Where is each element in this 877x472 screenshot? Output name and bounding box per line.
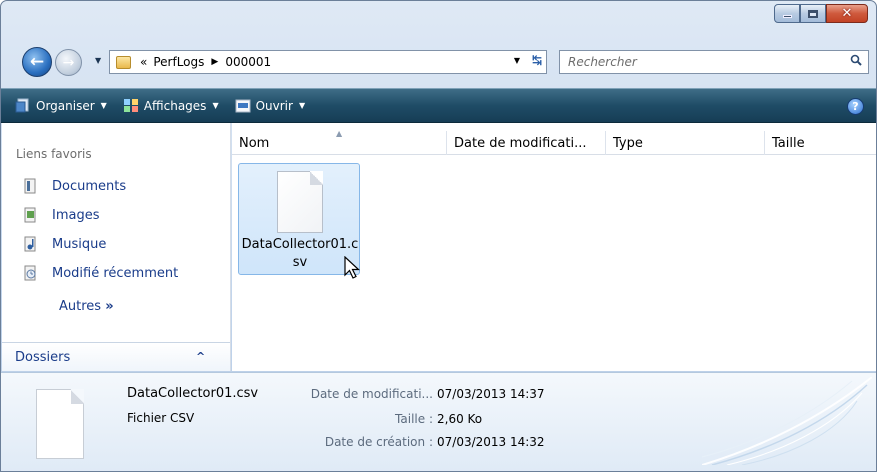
double-chevron-icon: » bbox=[105, 299, 114, 314]
caption-buttons: ✕ bbox=[774, 4, 868, 23]
folders-label: Dossiers bbox=[15, 350, 71, 365]
column-name[interactable]: Nom ▲ bbox=[232, 129, 447, 155]
column-size-label: Taille bbox=[772, 136, 805, 151]
column-date-label: Date de modificati... bbox=[454, 136, 587, 151]
navigation-pane: Liens favoris Documents Images Musique M… bbox=[2, 123, 231, 371]
file-name: DataCollector01.csv bbox=[241, 237, 359, 270]
forward-button[interactable]: → bbox=[55, 49, 82, 76]
open-button[interactable]: Ouvrir ▼ bbox=[235, 98, 306, 113]
search-placeholder: Rechercher bbox=[568, 55, 637, 69]
explorer-window: ✕ ← → ▼ « PerfLogs ▶ 000001 ▼ ↹ Recherch… bbox=[0, 0, 877, 472]
favorite-images-label: Images bbox=[52, 207, 100, 223]
close-button[interactable]: ✕ bbox=[826, 4, 868, 23]
folders-toggle[interactable]: Dossiers ^ bbox=[2, 342, 230, 371]
organize-icon bbox=[15, 98, 29, 113]
organize-button[interactable]: Organiser ▼ bbox=[15, 98, 107, 113]
favorite-music[interactable]: Musique bbox=[24, 236, 106, 252]
chevron-down-icon: ▼ bbox=[100, 101, 107, 110]
details-file-fold-icon bbox=[71, 389, 84, 404]
column-type-label: Type bbox=[613, 136, 643, 151]
open-icon bbox=[235, 99, 251, 113]
details-created-label: Date de création : bbox=[324, 435, 433, 449]
favorite-images[interactable]: Images bbox=[24, 207, 100, 223]
more-links[interactable]: Autres » bbox=[59, 299, 114, 314]
breadcrumb-separator-icon[interactable]: ▶ bbox=[207, 57, 222, 67]
minimize-icon bbox=[782, 15, 792, 18]
details-file-name: DataCollector01.csv bbox=[127, 386, 259, 401]
file-list: Nom ▲ Date de modificati... Type Taille … bbox=[232, 123, 876, 371]
recent-pages-dropdown[interactable]: ▼ bbox=[95, 56, 101, 65]
favorite-music-label: Musique bbox=[52, 236, 107, 252]
navigation-bar: ← → ▼ « PerfLogs ▶ 000001 ▼ ↹ Rechercher bbox=[1, 43, 876, 79]
address-dropdown-icon[interactable]: ▼ bbox=[514, 56, 520, 65]
views-label: Affichages bbox=[143, 98, 207, 113]
column-header: Nom ▲ Date de modificati... Type Taille bbox=[232, 129, 876, 155]
refresh-icon[interactable]: ↹ bbox=[532, 53, 542, 67]
music-icon bbox=[24, 236, 36, 252]
column-size[interactable]: Taille bbox=[765, 131, 876, 155]
details-file-type: Fichier CSV bbox=[127, 411, 195, 425]
back-button[interactable]: ← bbox=[22, 47, 52, 77]
command-bar: Organiser ▼ Affichages ▼ Ouvrir ▼ ? bbox=[1, 88, 876, 123]
open-label: Ouvrir bbox=[255, 98, 293, 113]
file-item[interactable]: DataCollector01.csv bbox=[238, 163, 361, 279]
favorite-recent[interactable]: Modifié récemment bbox=[24, 265, 178, 281]
column-date[interactable]: Date de modificati... bbox=[447, 131, 606, 155]
close-icon: ✕ bbox=[841, 6, 853, 21]
sort-ascending-icon: ▲ bbox=[336, 129, 343, 138]
arrow-right-icon: → bbox=[62, 54, 75, 71]
details-modified-label: Date de modificati... bbox=[310, 387, 433, 401]
favorites-title: Liens favoris bbox=[16, 147, 92, 161]
arrow-left-icon: ← bbox=[29, 52, 45, 72]
search-input[interactable]: Rechercher bbox=[559, 50, 869, 74]
favorite-documents[interactable]: Documents bbox=[24, 178, 126, 194]
maximize-icon bbox=[808, 9, 818, 18]
details-size-label: Taille : bbox=[395, 412, 433, 426]
recent-icon bbox=[24, 265, 36, 281]
details-created-value: 07/03/2013 14:32 bbox=[437, 435, 545, 449]
column-type[interactable]: Type bbox=[606, 131, 765, 155]
images-icon bbox=[24, 207, 36, 223]
decorative-swoosh bbox=[702, 377, 872, 465]
address-bar[interactable]: « PerfLogs ▶ 000001 ▼ ↹ bbox=[109, 50, 547, 74]
help-icon[interactable]: ? bbox=[847, 98, 864, 115]
documents-icon bbox=[24, 178, 36, 194]
breadcrumb-000001[interactable]: 000001 bbox=[222, 55, 274, 69]
views-icon bbox=[123, 99, 138, 112]
chevron-up-icon: ^ bbox=[196, 350, 206, 363]
address-overflow[interactable]: « bbox=[137, 55, 150, 69]
file-fold-icon bbox=[310, 171, 323, 185]
organize-label: Organiser bbox=[36, 98, 95, 113]
mouse-cursor-icon bbox=[344, 256, 361, 279]
favorite-recent-label: Modifié récemment bbox=[52, 265, 179, 281]
minimize-button[interactable] bbox=[774, 4, 800, 23]
maximize-button[interactable] bbox=[800, 4, 826, 23]
chevron-down-icon: ▼ bbox=[212, 101, 219, 110]
column-name-label: Nom bbox=[239, 136, 270, 151]
more-links-label: Autres bbox=[59, 299, 102, 314]
details-modified-value: 07/03/2013 14:37 bbox=[437, 387, 545, 401]
favorite-documents-label: Documents bbox=[52, 178, 127, 194]
chevron-down-icon: ▼ bbox=[298, 101, 306, 110]
breadcrumb-perflogs[interactable]: PerfLogs bbox=[150, 55, 207, 69]
details-size-value: 2,60 Ko bbox=[437, 412, 483, 426]
views-button[interactable]: Affichages ▼ bbox=[123, 98, 219, 113]
folder-icon bbox=[116, 55, 131, 69]
search-icon[interactable] bbox=[850, 54, 862, 66]
details-pane: DataCollector01.csv Fichier CSV Date de … bbox=[1, 372, 876, 471]
